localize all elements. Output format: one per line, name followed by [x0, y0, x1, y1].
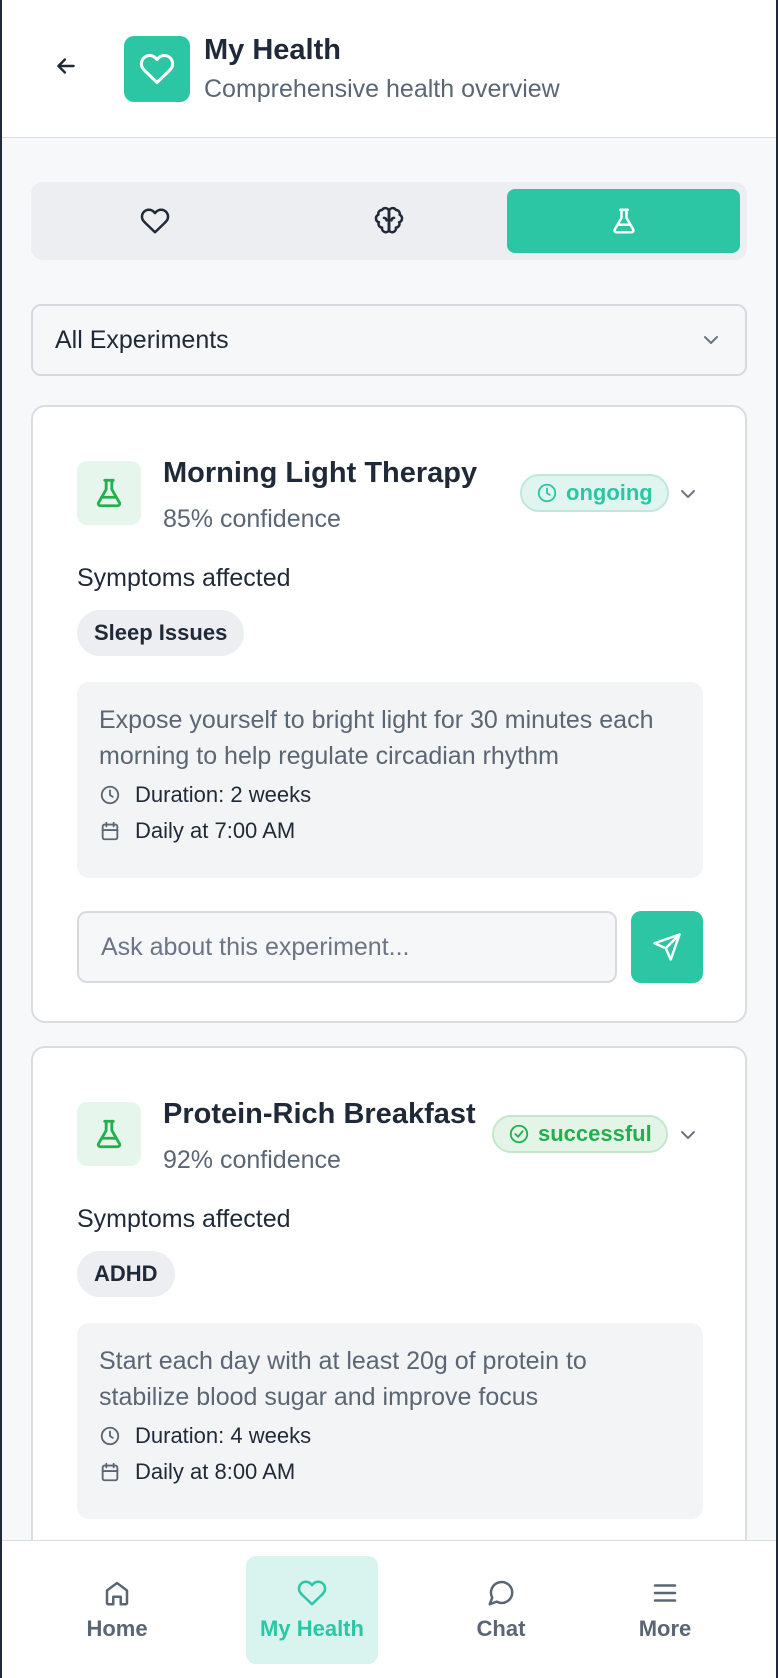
send-button[interactable]	[631, 911, 703, 983]
heart-icon	[297, 1580, 327, 1606]
experiment-details: Expose yourself to bright light for 30 m…	[77, 682, 703, 878]
filter-selected-value: All Experiments	[55, 325, 229, 354]
status-badge-label: successful	[538, 1121, 652, 1146]
nav-chat[interactable]: Chat	[450, 1556, 552, 1664]
menu-icon	[653, 1584, 677, 1602]
tab-mind[interactable]	[272, 189, 505, 253]
arrow-left-icon	[57, 58, 75, 74]
status-badge-label: ongoing	[566, 480, 653, 505]
schedule-text: Daily at 7:00 AM	[135, 818, 296, 843]
ask-experiment-input[interactable]	[77, 911, 617, 983]
check-circle-icon	[509, 1124, 529, 1144]
clock-icon	[100, 1426, 120, 1446]
experiment-icon	[77, 461, 141, 525]
nav-home[interactable]: Home	[58, 1556, 176, 1664]
experiment-details: Start each day with at least 20g of prot…	[77, 1323, 703, 1519]
calendar-icon	[101, 1462, 119, 1482]
page-title: My Health	[204, 34, 341, 66]
nav-my-health[interactable]: My Health	[246, 1556, 378, 1664]
send-icon	[653, 933, 681, 961]
schedule-row: Daily at 7:00 AM	[99, 816, 681, 846]
duration-row: Duration: 2 weeks	[99, 780, 681, 810]
page-subtitle: Comprehensive health overview	[204, 75, 560, 103]
experiment-confidence: 92% confidence	[163, 1146, 341, 1174]
tab-experiments[interactable]	[507, 189, 740, 253]
heart-icon	[140, 208, 169, 234]
experiment-description: Start each day with at least 20g of prot…	[99, 1347, 587, 1411]
app-header: My Health Comprehensive health overview	[0, 0, 778, 138]
back-button[interactable]	[48, 48, 84, 84]
clock-icon	[100, 785, 120, 805]
experiment-title: Morning Light Therapy	[163, 457, 478, 489]
flask-icon	[96, 478, 122, 508]
experiment-title: Protein-Rich Breakfast	[163, 1098, 476, 1130]
chevron-down-icon	[681, 490, 695, 498]
experiment-filter-select[interactable]: All Experiments	[31, 304, 747, 376]
nav-more[interactable]: More	[614, 1556, 716, 1664]
duration-text: Duration: 4 weeks	[135, 1423, 312, 1448]
duration-row: Duration: 4 weeks	[99, 1421, 681, 1451]
duration-text: Duration: 2 weeks	[135, 782, 312, 807]
flask-icon	[96, 1119, 122, 1149]
experiment-description: Expose yourself to bright light for 30 m…	[99, 706, 654, 770]
symptoms-label: Symptoms affected	[77, 564, 291, 592]
nav-more-label: More	[638, 1616, 692, 1641]
heart-icon	[139, 53, 175, 84]
chevron-down-icon	[704, 336, 718, 344]
clock-icon	[537, 483, 557, 503]
symptom-chip: Sleep Issues	[77, 610, 245, 656]
status-badge: ongoing	[520, 474, 669, 512]
experiment-card: Protein-Rich Breakfast 92% confidence su…	[31, 1046, 747, 1606]
chevron-down-icon	[681, 1131, 695, 1139]
experiment-confidence: 85% confidence	[163, 505, 341, 533]
status-badge: successful	[492, 1115, 668, 1153]
home-icon	[105, 1581, 129, 1606]
symptom-chip: ADHD	[77, 1251, 175, 1297]
expand-button[interactable]	[673, 479, 703, 509]
bottom-nav: Home My Health Chat More	[0, 1540, 778, 1678]
experiment-card: Morning Light Therapy 85% confidence ong…	[31, 405, 747, 1023]
section-tabs	[31, 182, 747, 260]
tab-health[interactable]	[38, 189, 271, 253]
experiment-icon	[77, 1102, 141, 1166]
nav-home-label: Home	[86, 1616, 148, 1641]
calendar-icon	[101, 821, 119, 841]
symptoms-label: Symptoms affected	[77, 1205, 291, 1233]
expand-button[interactable]	[673, 1120, 703, 1150]
nav-my-health-label: My Health	[260, 1616, 364, 1641]
schedule-row: Daily at 8:00 AM	[99, 1457, 681, 1487]
chat-bubble-icon	[488, 1580, 514, 1606]
flask-icon	[612, 208, 635, 234]
schedule-text: Daily at 8:00 AM	[135, 1459, 296, 1484]
brain-icon	[374, 206, 403, 234]
app-logo	[124, 36, 190, 102]
nav-chat-label: Chat	[476, 1616, 526, 1641]
